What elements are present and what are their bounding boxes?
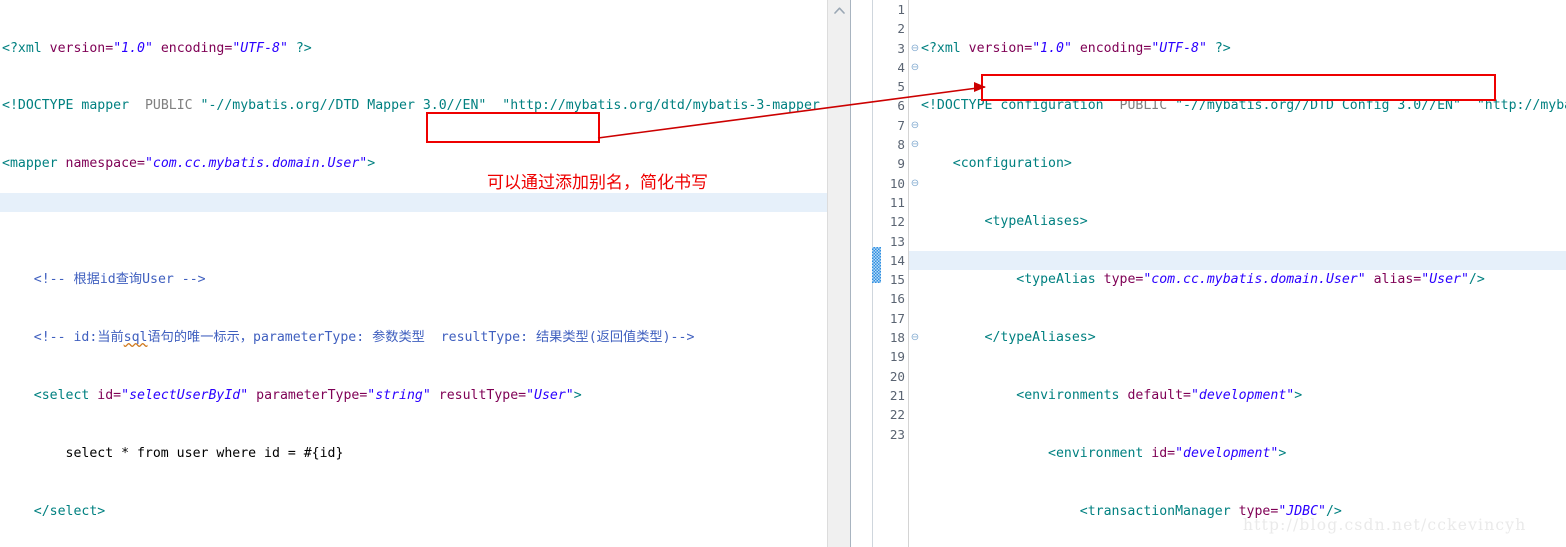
left-code-editor[interactable]: <?xml version="1.0" encoding="UTF-8" ?> …	[0, 0, 827, 547]
code-line: <!-- id:当前sql语句的唯一标示，parameterType: 参数类型…	[33, 330, 695, 346]
code-line: select * from user where id = #{id}	[65, 445, 344, 461]
left-code-content[interactable]: <?xml version="1.0" encoding="UTF-8" ?> …	[0, 0, 827, 547]
line-number: 15	[889, 272, 905, 288]
fold-toggle-icon[interactable]: ⊖	[909, 39, 921, 58]
line-number: 12	[889, 214, 905, 230]
right-code-content[interactable]: <?xml version="1.0" encoding="UTF-8" ?> …	[921, 0, 1566, 547]
panel-divider	[850, 0, 864, 547]
fold-toggle-icon[interactable]: ⊖	[909, 58, 921, 77]
code-line: <!DOCTYPE mapper PUBLIC "-//mybatis.org/…	[2, 98, 820, 114]
code-line: <select id="selectUserById" parameterTyp…	[33, 387, 582, 403]
code-line: <typeAliases>	[984, 214, 1088, 230]
line-number: 21	[889, 387, 905, 403]
code-line: </select>	[33, 503, 106, 519]
line-number: 8	[897, 137, 905, 153]
line-number: 6	[897, 98, 905, 114]
code-line: <?xml version="1.0" encoding="UTF-8" ?>	[921, 40, 1231, 56]
line-number-gutter: 1 2 3 4 5 6 7 8 9 10 11 12 13 14 15 16 1…	[872, 0, 909, 547]
fold-toggle-icon[interactable]: ⊖	[909, 135, 921, 154]
fold-toggle-icon[interactable]: ⊖	[909, 174, 921, 193]
line-number: 16	[889, 291, 905, 307]
line-number: 11	[889, 194, 905, 210]
code-line: </typeAliases>	[984, 330, 1096, 346]
fold-toggle-icon[interactable]: ⊖	[909, 116, 921, 135]
line-number: 17	[889, 310, 905, 326]
line-number: 13	[889, 233, 905, 249]
code-fold-column[interactable]: ⊖ ⊖ ⊖ ⊖ ⊖ ⊖	[909, 0, 921, 547]
line-number: 9	[897, 156, 905, 172]
code-line: <environments default="development">	[1016, 387, 1303, 403]
code-line: <?xml version="1.0" encoding="UTF-8" ?>	[2, 40, 312, 56]
line-number: 19	[889, 349, 905, 365]
line-number: 1	[897, 2, 905, 17]
line-number: 5	[897, 79, 905, 95]
line-number: 14	[889, 252, 905, 268]
line-number: 2	[897, 21, 905, 37]
line-number: 7	[897, 117, 905, 133]
line-number: 4	[897, 59, 905, 75]
line-number: 23	[889, 426, 905, 442]
code-line: <environment id="development">	[1048, 445, 1287, 461]
annotation-note-text: 可以通过添加别名，简化书写	[487, 173, 708, 193]
line-number: 3	[897, 40, 905, 56]
fold-toggle-icon[interactable]: ⊖	[909, 328, 921, 347]
line-number: 20	[889, 368, 905, 384]
code-line: <!DOCTYPE configuration PUBLIC "-//mybat…	[921, 98, 1566, 114]
watermark-text: http://blog.csdn.net/cckevincyh	[1243, 516, 1527, 534]
code-line: <typeAlias type="com.cc.mybatis.domain.U…	[1016, 272, 1485, 288]
line-number: 22	[889, 407, 905, 423]
scroll-up-arrow-icon[interactable]	[828, 0, 851, 20]
line-number: 10	[889, 175, 905, 191]
line-number: 18	[889, 330, 905, 346]
code-line: <configuration>	[952, 156, 1072, 172]
code-line: <!-- 根据id查询User -->	[33, 272, 206, 288]
right-code-editor[interactable]: 1 2 3 4 5 6 7 8 9 10 11 12 13 14 15 16 1…	[863, 0, 1566, 547]
left-vertical-scrollbar[interactable]	[827, 0, 851, 547]
